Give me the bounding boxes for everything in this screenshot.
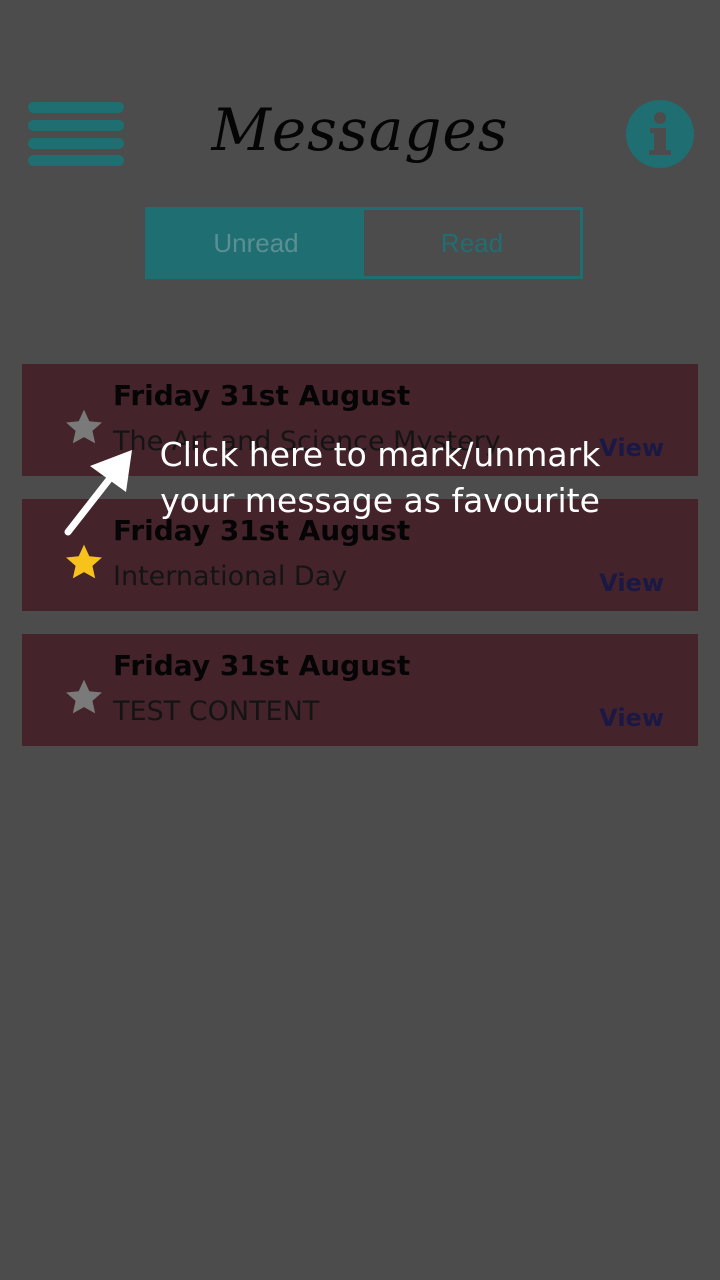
tooltip-line-1: Click here to mark/unmark: [159, 435, 601, 474]
read-status-toggle: Unread Read: [145, 207, 583, 279]
tab-read[interactable]: Read: [364, 210, 580, 276]
info-icon[interactable]: [626, 100, 694, 168]
tab-unread[interactable]: Unread: [148, 210, 364, 276]
view-link[interactable]: View: [599, 704, 664, 732]
arrow-icon: [64, 450, 132, 536]
message-subject: TEST CONTENT: [113, 696, 320, 727]
page-title: Messages: [211, 96, 509, 164]
message-card[interactable]: Friday 31st August TEST CONTENT View: [22, 634, 698, 746]
message-date: Friday 31st August: [113, 379, 411, 412]
message-subject: International Day: [113, 561, 348, 592]
star-outline-icon[interactable]: [62, 406, 106, 450]
star-filled-icon[interactable]: [62, 541, 106, 585]
favourite-tooltip: Click here to mark/unmark your message a…: [150, 432, 610, 524]
message-date: Friday 31st August: [113, 649, 411, 682]
view-link[interactable]: View: [599, 569, 664, 597]
star-outline-icon[interactable]: [62, 676, 106, 720]
tooltip-line-2: your message as favourite: [160, 481, 600, 520]
